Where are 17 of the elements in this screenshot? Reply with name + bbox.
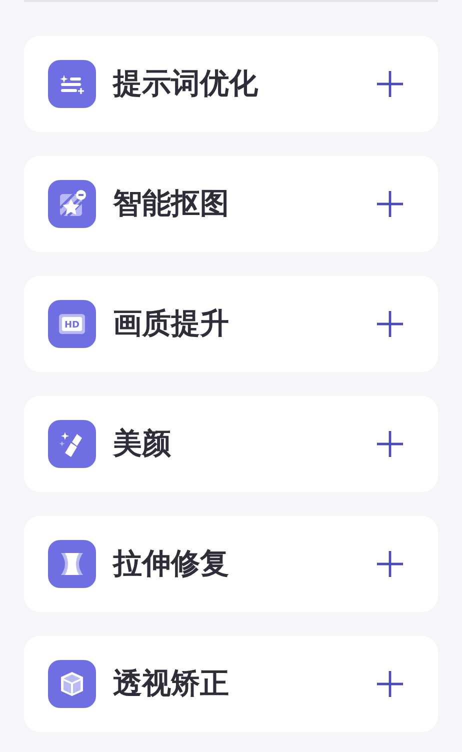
- tool-name: 拉伸修复: [113, 545, 230, 582]
- add-button[interactable]: [376, 70, 404, 98]
- sliders-sparkle-icon: [48, 60, 96, 108]
- tool-name: 透视矫正: [113, 665, 230, 702]
- stretch-frame-icon: [48, 540, 96, 588]
- add-button[interactable]: [376, 550, 404, 578]
- tool-name: 画质提升: [113, 305, 230, 342]
- add-button[interactable]: [376, 310, 404, 338]
- add-button[interactable]: [376, 190, 404, 218]
- tool-name: 智能抠图: [113, 185, 230, 222]
- tool-name: 提示词优化: [113, 65, 259, 102]
- hd-screen-icon: HD: [48, 300, 96, 348]
- tool-name: 美颜: [113, 425, 172, 462]
- cube-icon: [48, 660, 96, 708]
- add-button[interactable]: [376, 670, 404, 698]
- lipstick-sparkle-icon: [48, 420, 96, 468]
- add-button[interactable]: [376, 430, 404, 458]
